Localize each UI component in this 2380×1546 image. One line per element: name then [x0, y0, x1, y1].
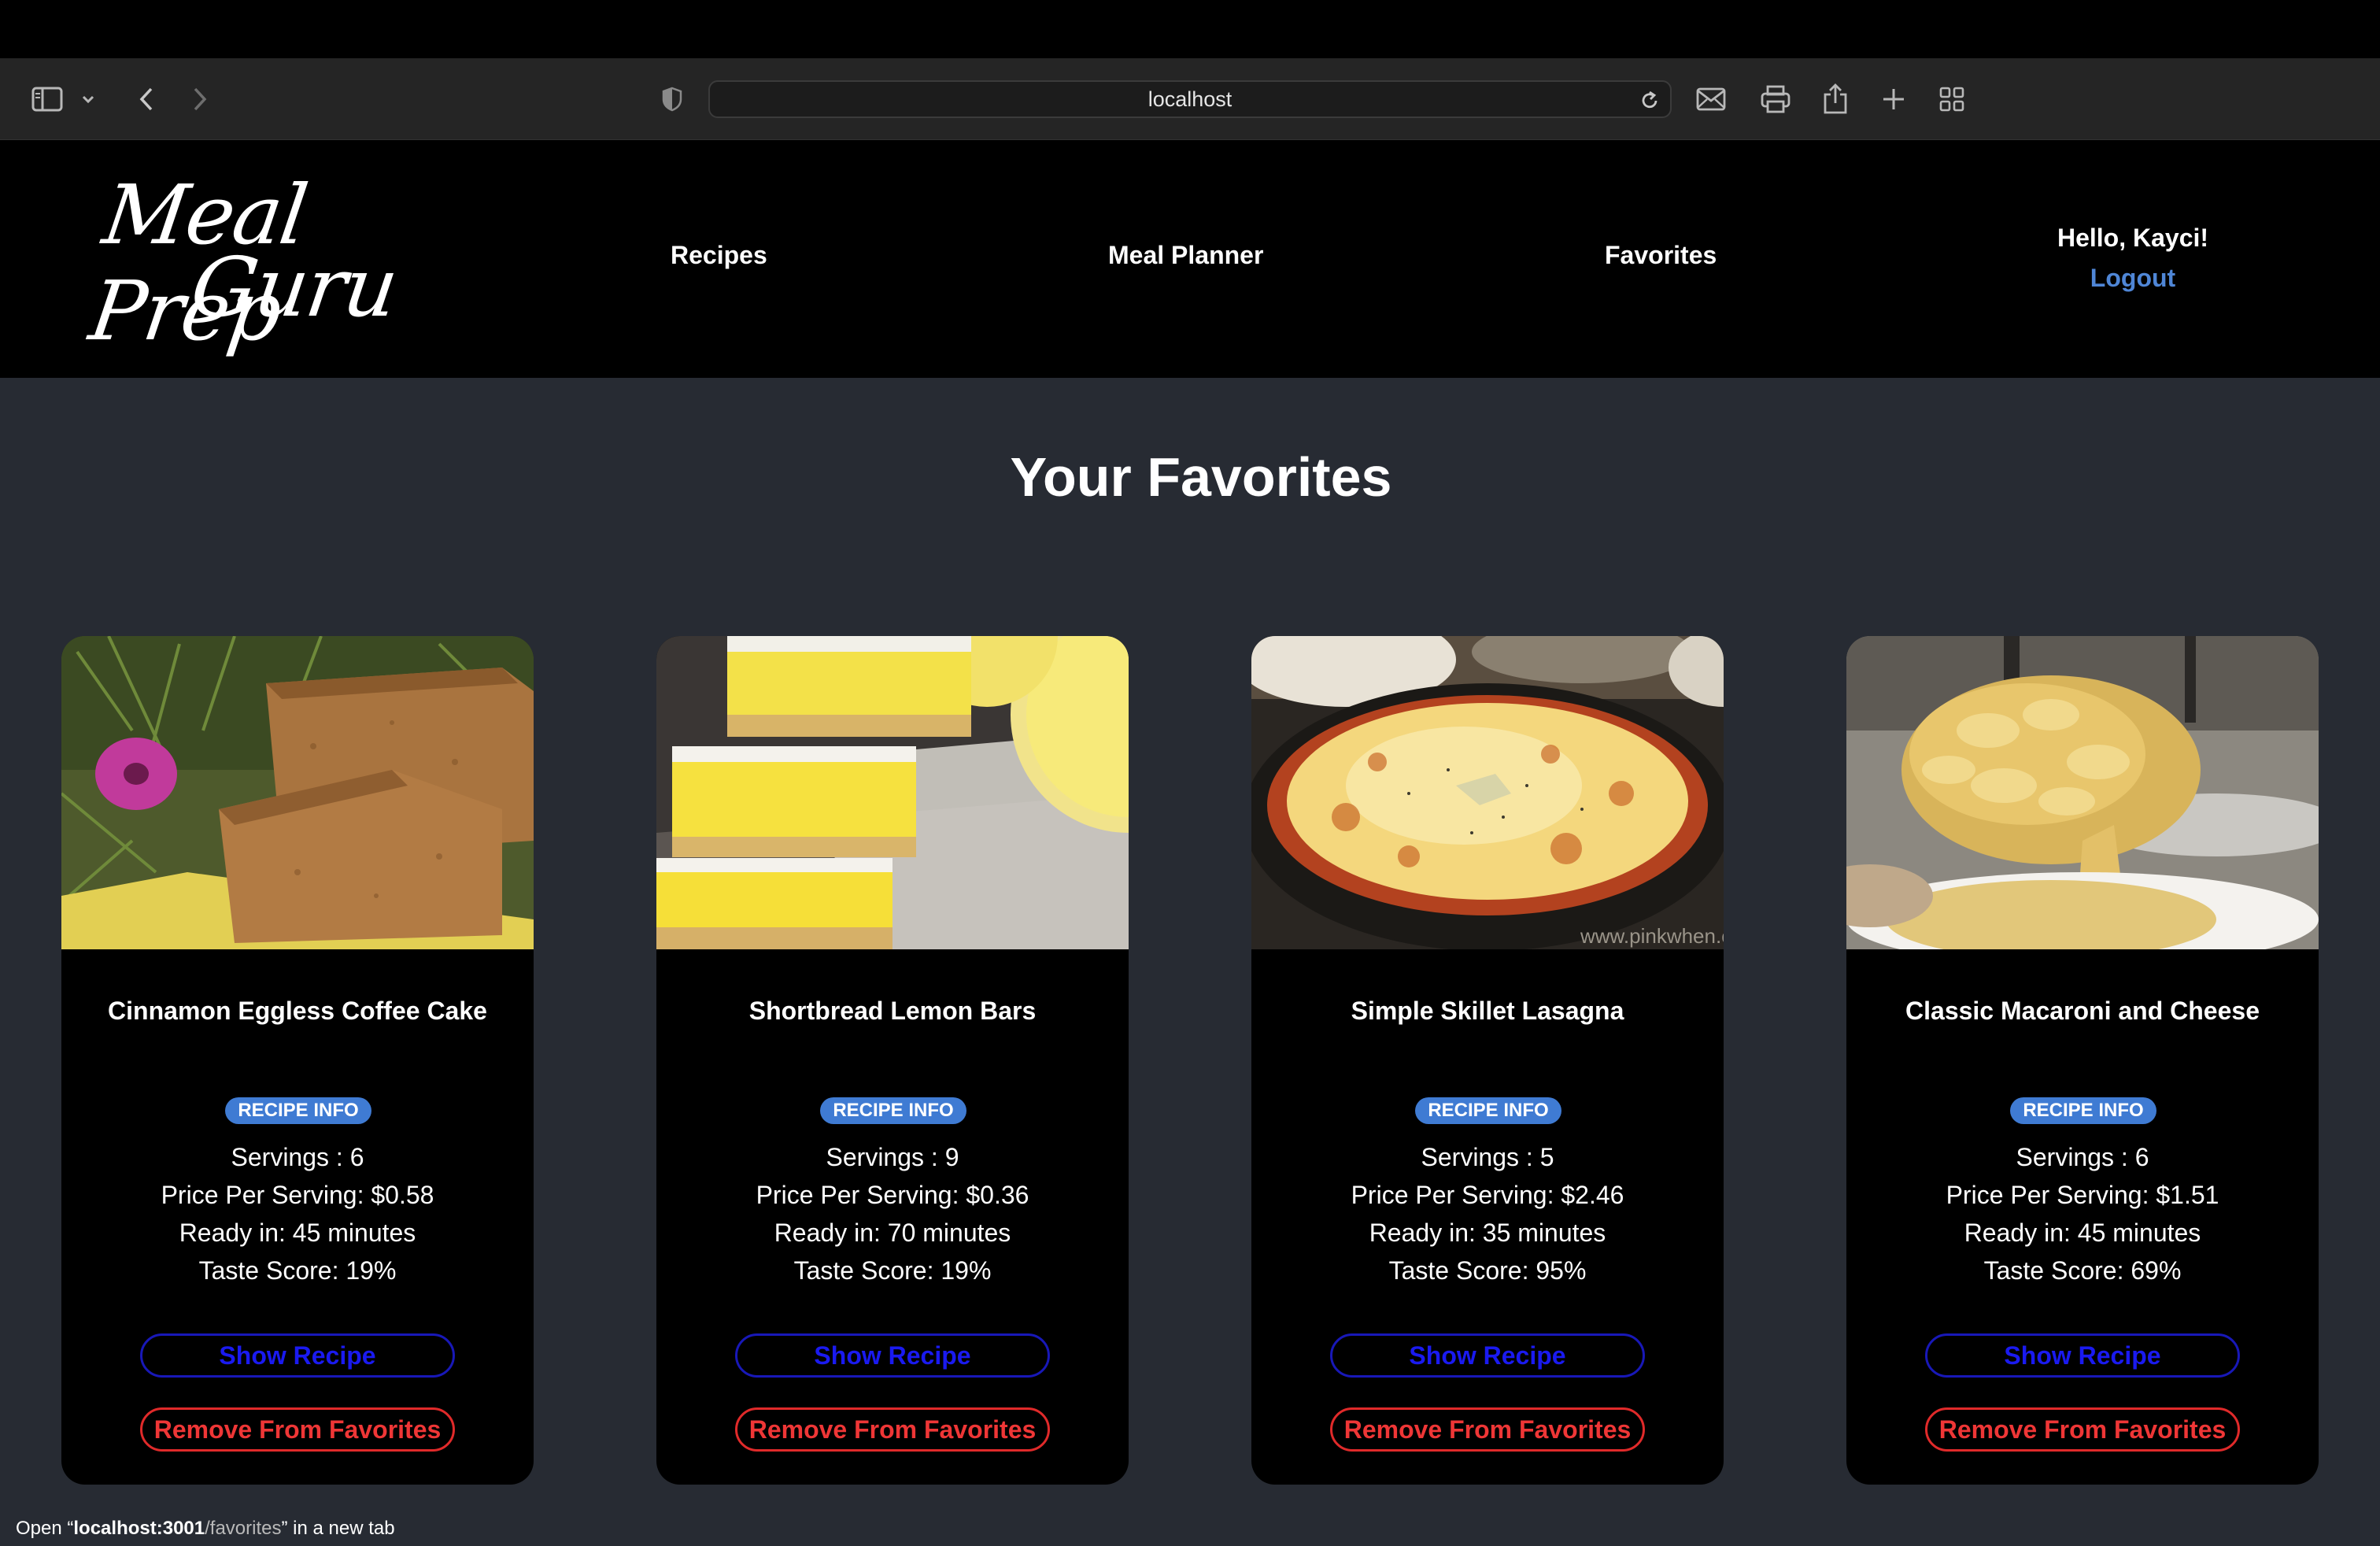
favorites-grid: Cinnamon Eggless Coffee Cake RECIPE INFO… [61, 636, 2319, 1485]
recipe-info-badge: RECIPE INFO [225, 1097, 371, 1124]
status-host: localhost:3001 [73, 1518, 205, 1539]
image-watermark: www.pinkwhen.com [1580, 924, 1724, 948]
link-status-tooltip: Open “localhost:3001/favorites” in a new… [0, 1511, 411, 1546]
browser-toolbar: localhost [0, 58, 2380, 140]
servings-text: Servings : 6 [2016, 1143, 2149, 1171]
servings-text: Servings : 6 [231, 1143, 364, 1171]
show-recipe-button[interactable]: Show Recipe [140, 1333, 455, 1378]
chevron-down-icon[interactable] [79, 90, 98, 109]
taste-score-text: Taste Score: 19% [198, 1256, 397, 1285]
recipe-info-badge: RECIPE INFO [1415, 1097, 1561, 1124]
servings-text: Servings : 9 [826, 1143, 959, 1171]
remove-favorite-button[interactable]: Remove From Favorites [1925, 1407, 2240, 1452]
logout-link[interactable]: Logout [2015, 264, 2251, 293]
price-text: Price Per Serving: $0.58 [161, 1181, 434, 1209]
ready-time-text: Ready in: 45 minutes [1964, 1219, 2201, 1247]
recipe-info-badge: RECIPE INFO [2010, 1097, 2156, 1124]
price-text: Price Per Serving: $1.51 [1946, 1181, 2219, 1209]
user-greeting: Hello, Kayci! Logout [2015, 224, 2251, 293]
status-prefix: Open “ [16, 1518, 74, 1539]
mail-icon[interactable] [1694, 83, 1728, 115]
recipe-title: Simple Skillet Lasagna [1351, 997, 1624, 1025]
recipe-card: Shortbread Lemon Bars RECIPE INFO Servin… [656, 636, 1129, 1485]
recipe-info: Servings : 6 Price Per Serving: $1.51 Re… [1846, 1138, 2319, 1289]
remove-favorite-button[interactable]: Remove From Favorites [735, 1407, 1050, 1452]
taste-score-text: Taste Score: 69% [1983, 1256, 2182, 1285]
recipe-info: Servings : 6 Price Per Serving: $0.58 Re… [61, 1138, 534, 1289]
nav-favorites[interactable]: Favorites [1605, 241, 1717, 270]
recipe-info-badge: RECIPE INFO [820, 1097, 966, 1124]
show-recipe-button[interactable]: Show Recipe [1925, 1333, 2240, 1378]
price-text: Price Per Serving: $0.36 [756, 1181, 1029, 1209]
back-icon[interactable] [131, 83, 162, 115]
forward-icon[interactable] [184, 83, 216, 115]
address-bar[interactable]: localhost [708, 80, 1672, 118]
taste-score-text: Taste Score: 19% [793, 1256, 992, 1285]
recipe-title: Shortbread Lemon Bars [748, 997, 1037, 1025]
status-suffix: ” in a new tab [281, 1518, 395, 1539]
price-text: Price Per Serving: $2.46 [1351, 1181, 1624, 1209]
logo-line-2: Guru [185, 239, 403, 335]
recipe-image [656, 636, 1129, 949]
recipe-card: www.pinkwhen.com Simple Skillet Lasagna … [1251, 636, 1724, 1485]
show-recipe-button[interactable]: Show Recipe [1330, 1333, 1645, 1378]
nav-recipes[interactable]: Recipes [671, 241, 767, 270]
recipe-image: www.pinkwhen.com [1251, 636, 1724, 949]
recipe-card: Classic Macaroni and Cheese RECIPE INFO … [1846, 636, 2319, 1485]
servings-text: Servings : 5 [1421, 1143, 1554, 1171]
recipe-title: Cinnamon Eggless Coffee Cake [108, 997, 487, 1025]
print-icon[interactable] [1758, 82, 1793, 117]
ready-time-text: Ready in: 35 minutes [1369, 1219, 1606, 1247]
recipe-card: Cinnamon Eggless Coffee Cake RECIPE INFO… [61, 636, 534, 1485]
recipe-image [1846, 636, 2319, 949]
ready-time-text: Ready in: 45 minutes [179, 1219, 416, 1247]
recipe-info: Servings : 9 Price Per Serving: $0.36 Re… [656, 1138, 1129, 1289]
sidebar-icon[interactable] [30, 82, 65, 117]
nav-meal-planner[interactable]: Meal Planner [1108, 241, 1263, 270]
new-tab-icon[interactable] [1878, 83, 1909, 115]
share-icon[interactable] [1820, 80, 1851, 117]
page-title: Your Favorites [1010, 446, 1392, 508]
recipe-info: Servings : 5 Price Per Serving: $2.46 Re… [1251, 1138, 1724, 1289]
app-header: Meal Prep Guru Recipes Meal Planner Favo… [0, 140, 2380, 378]
status-path: /favorites [205, 1518, 282, 1539]
recipe-image [61, 636, 534, 949]
recipe-title: Classic Macaroni and Cheese [1905, 997, 2260, 1025]
reload-icon[interactable] [1637, 88, 1662, 113]
privacy-shield-icon[interactable] [658, 83, 686, 115]
remove-favorite-button[interactable]: Remove From Favorites [1330, 1407, 1645, 1452]
remove-favorite-button[interactable]: Remove From Favorites [140, 1407, 455, 1452]
ready-time-text: Ready in: 70 minutes [774, 1219, 1011, 1247]
tab-overview-icon[interactable] [1936, 83, 1968, 115]
address-text: localhost [1148, 87, 1232, 111]
show-recipe-button[interactable]: Show Recipe [735, 1333, 1050, 1378]
window-title-bar [0, 0, 2380, 58]
taste-score-text: Taste Score: 95% [1388, 1256, 1587, 1285]
greeting-text: Hello, Kayci! [2057, 224, 2209, 252]
logo[interactable]: Meal Prep Guru [84, 156, 455, 359]
